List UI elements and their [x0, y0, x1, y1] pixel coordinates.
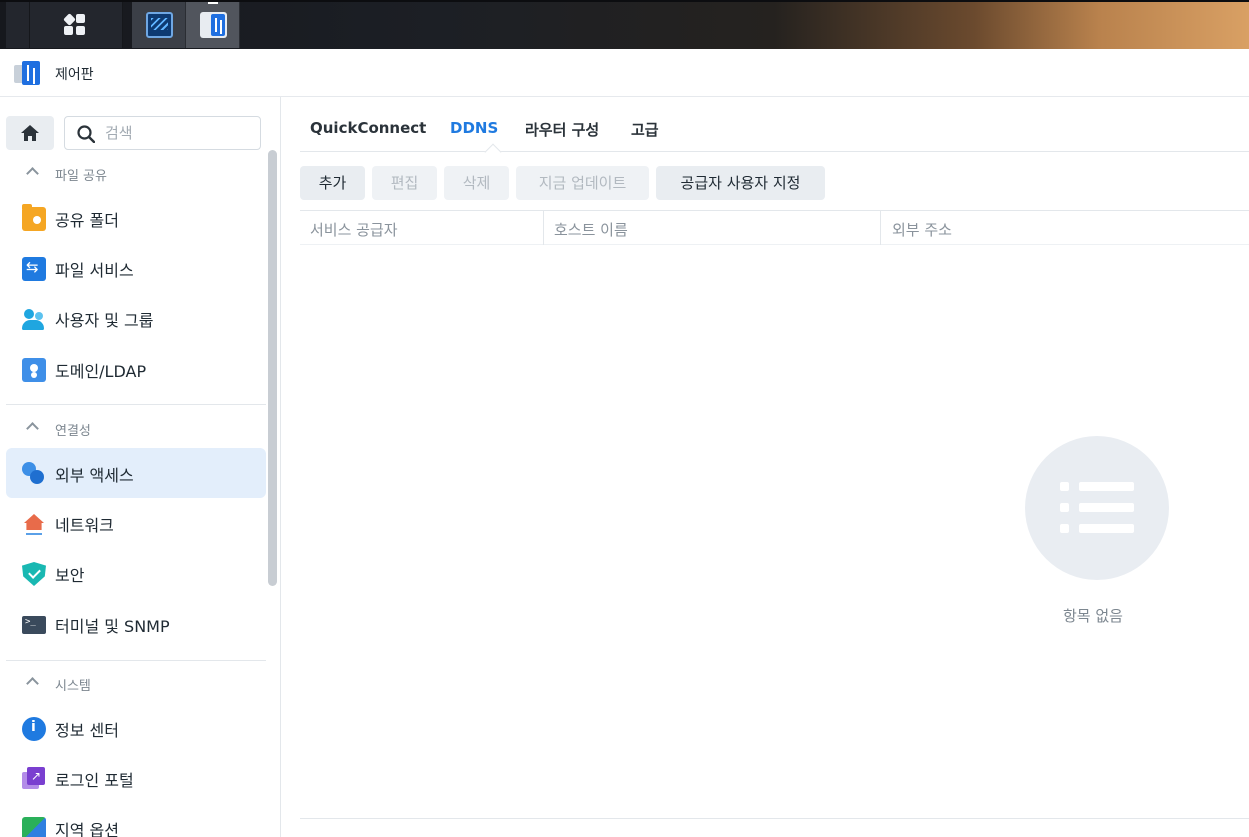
taskbar-separator [29, 2, 30, 48]
home-icon [21, 125, 39, 141]
sidebar-item-domain-ldap[interactable]: 도메인/LDAP [6, 344, 266, 394]
sidebar-item-network[interactable]: 네트워크 [6, 498, 266, 548]
empty-list-icon [1025, 436, 1169, 580]
sidebar-item-label: 보안 [55, 566, 85, 585]
delete-button[interactable]: 삭제 [444, 166, 509, 200]
sidebar-item-shared-folder[interactable]: 공유 폴더 [6, 193, 266, 243]
taskbar [0, 0, 1249, 49]
main-menu-button[interactable] [6, 2, 123, 48]
grid-icon [63, 13, 86, 36]
group-label: 연결성 [55, 424, 91, 439]
column-header-external-address[interactable]: 외부 주소 [892, 219, 952, 240]
sidebar-item-login-portal[interactable]: 로그인 포털 [6, 753, 266, 803]
terminal-icon [22, 616, 46, 634]
update-now-button[interactable]: 지금 업데이트 [516, 166, 649, 200]
window-header: 제어판 [0, 49, 1249, 97]
sidebar-item-label: 로그인 포털 [55, 771, 134, 790]
main-panel: QuickConnect DDNS 라우터 구성 고급 추가 편집 삭제 지금 … [281, 97, 1249, 837]
tab-advanced[interactable]: 고급 [631, 119, 659, 140]
home-button[interactable] [6, 116, 54, 150]
tab-ddns[interactable]: DDNS [450, 119, 498, 137]
empty-state-text: 항목 없음 [1063, 607, 1123, 625]
sidebar: 파일 공유 공유 폴더 파일 서비스 사용자 및 그룹 도메인/LDAP 연결성… [0, 97, 281, 837]
taskbar-app-resource-monitor[interactable] [132, 2, 186, 48]
chevron-up-icon [26, 677, 39, 690]
chevron-up-icon [26, 422, 39, 435]
tab-bar: QuickConnect DDNS 라우터 구성 고급 [300, 97, 1249, 161]
sidebar-item-terminal-snmp[interactable]: 터미널 및 SNMP [6, 599, 266, 649]
monitor-icon [146, 12, 173, 38]
sidebar-item-label: 정보 센터 [55, 721, 119, 740]
search-icon [77, 125, 95, 143]
external-access-icon [22, 462, 46, 486]
column-separator[interactable] [543, 211, 544, 245]
sidebar-item-label: 도메인/LDAP [55, 362, 147, 381]
table-header: 서비스 공급자 호스트 이름 외부 주소 [300, 210, 1249, 245]
login-portal-icon [22, 767, 46, 791]
file-service-icon [22, 257, 46, 281]
sidebar-item-users-groups[interactable]: 사용자 및 그룹 [6, 293, 266, 343]
tab-quickconnect[interactable]: QuickConnect [310, 119, 426, 137]
sidebar-item-regional-options[interactable]: 지역 옵션 [6, 803, 266, 837]
column-header-service-provider[interactable]: 서비스 공급자 [310, 219, 398, 240]
control-panel-icon [200, 12, 227, 38]
security-icon [22, 562, 46, 586]
info-center-icon [22, 717, 46, 741]
window-title: 제어판 [55, 67, 94, 83]
network-icon [22, 512, 46, 536]
group-header-system[interactable]: 시스템 [0, 668, 268, 700]
sidebar-item-label: 터미널 및 SNMP [55, 617, 170, 636]
column-header-hostname[interactable]: 호스트 이름 [554, 219, 628, 240]
group-label: 파일 공유 [55, 169, 107, 184]
table-bottom-border [300, 818, 1249, 819]
sidebar-item-label: 지역 옵션 [55, 821, 119, 837]
sidebar-item-label: 파일 서비스 [55, 261, 134, 280]
sidebar-divider [6, 660, 266, 661]
column-separator[interactable] [880, 211, 881, 245]
regional-options-icon [22, 817, 46, 837]
group-header-file-sharing[interactable]: 파일 공유 [0, 158, 268, 190]
search-box[interactable] [64, 116, 261, 150]
sidebar-item-security[interactable]: 보안 [6, 548, 266, 598]
sidebar-scrollbar[interactable] [268, 150, 277, 586]
control-panel-icon [14, 61, 44, 85]
group-header-connectivity[interactable]: 연결성 [0, 413, 268, 445]
sidebar-item-external-access[interactable]: 외부 액세스 [6, 448, 266, 498]
shared-folder-icon [22, 204, 46, 231]
search-input[interactable] [105, 123, 255, 143]
sidebar-item-label: 사용자 및 그룹 [55, 311, 154, 330]
sidebar-item-label: 외부 액세스 [55, 466, 134, 485]
group-label: 시스템 [55, 679, 91, 694]
sidebar-item-label: 공유 폴더 [55, 211, 119, 230]
chevron-up-icon [26, 167, 39, 180]
active-app-indicator [208, 2, 218, 4]
customize-provider-button[interactable]: 공급자 사용자 지정 [656, 166, 825, 200]
sidebar-item-file-services[interactable]: 파일 서비스 [6, 243, 266, 293]
sidebar-item-label: 네트워크 [55, 516, 114, 535]
edit-button[interactable]: 편집 [372, 166, 437, 200]
users-icon [22, 307, 46, 331]
active-tab-caret [484, 143, 502, 161]
sidebar-divider [6, 404, 266, 405]
tab-router-configuration[interactable]: 라우터 구성 [525, 119, 599, 140]
add-button[interactable]: 추가 [300, 166, 365, 200]
taskbar-app-control-panel[interactable] [186, 2, 240, 48]
domain-icon [22, 358, 46, 382]
sidebar-item-info-center[interactable]: 정보 센터 [6, 703, 266, 753]
